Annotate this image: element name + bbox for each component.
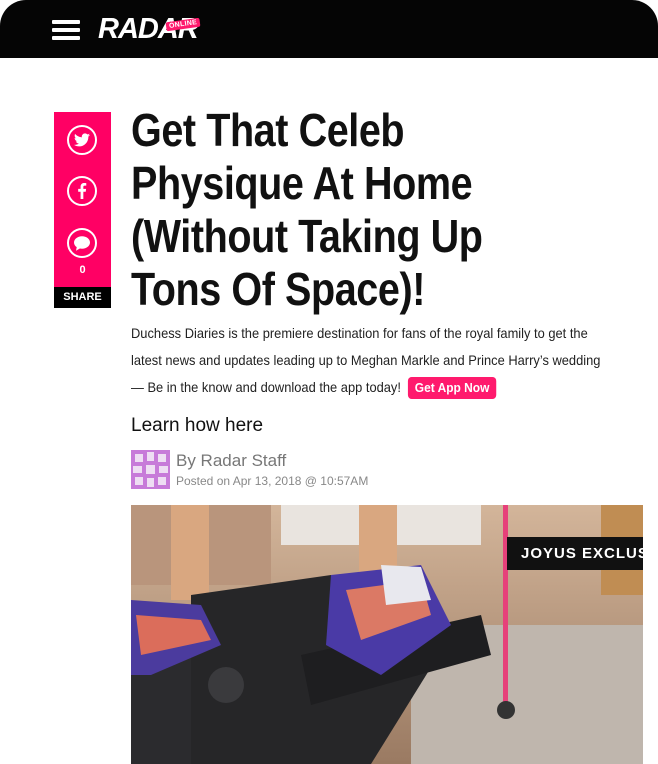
twitter-icon [74, 133, 90, 147]
comment-button[interactable] [67, 228, 97, 258]
hero-image[interactable]: JOYUS EXCLUSIVE [131, 505, 643, 764]
author-avatar[interactable] [131, 450, 170, 489]
post-date: Posted on Apr 13, 2018 @ 10:57AM [176, 474, 369, 488]
facebook-share-button[interactable] [67, 176, 97, 206]
avatar-pattern-icon [131, 450, 170, 489]
article-title: Get That Celeb Physique At Home (Without… [131, 104, 483, 315]
author-byline[interactable]: By Radar Staff [176, 451, 286, 471]
site-logo[interactable]: RADAR ONLINE [98, 12, 201, 46]
promo-paragraph: Duchess Diaries is the premiere destinat… [131, 320, 609, 401]
get-app-button[interactable]: Get App Now [408, 377, 496, 400]
share-sidebar: 0 [54, 112, 111, 287]
image-overlay-tag: JOYUS EXCLUSIVE [507, 537, 643, 570]
promo-text: Duchess Diaries is the premiere destinat… [131, 325, 601, 395]
menu-icon[interactable] [52, 20, 80, 40]
comment-icon [74, 235, 90, 251]
learn-how-link[interactable]: Learn how here [131, 415, 263, 437]
twitter-share-button[interactable] [67, 125, 97, 155]
comment-count: 0 [79, 264, 86, 276]
site-header: RADAR ONLINE [0, 0, 658, 58]
share-label[interactable]: SHARE [54, 287, 111, 308]
facebook-icon [78, 183, 87, 199]
